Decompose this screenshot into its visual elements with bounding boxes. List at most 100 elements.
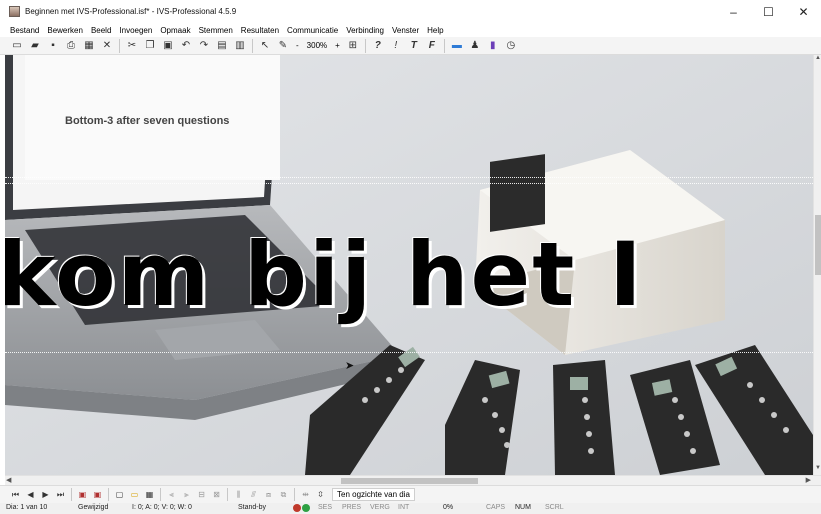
verg-indicator: VERG <box>370 504 390 511</box>
zoom-out-button[interactable]: - <box>292 41 303 50</box>
ungroup-icon[interactable]: ⧉ <box>277 488 290 501</box>
group-icon[interactable]: ⧈ <box>262 488 275 501</box>
menu-opmaak[interactable]: Opmaak <box>156 26 194 35</box>
new-file-icon[interactable]: ▭ <box>10 39 24 53</box>
last-slide-icon[interactable]: ⏭ <box>54 488 67 501</box>
pres-indicator: PRES <box>342 504 362 511</box>
navigation-toolbar: ⏮ ◀ ▶ ⏭ ▣ ▣ ▢ ▭ ▦ ⫷ ⫸ ⊟ ⊠ ⫼ ⫻ ⧈ ⧉ ⇹ ⇳ Te… <box>0 485 821 503</box>
guide-line <box>5 177 813 178</box>
participants-icon[interactable]: ♟ <box>468 39 482 53</box>
zoom-in-button[interactable]: + <box>331 41 344 50</box>
pointer-icon[interactable]: ↖ <box>258 39 272 53</box>
slide-sorter-icon[interactable]: ▣ <box>76 488 89 501</box>
vertical-scroll-thumb[interactable] <box>815 215 821 275</box>
status-red-led-icon <box>293 504 301 512</box>
next-slide-icon[interactable]: ▶ <box>39 488 52 501</box>
slide-counter: Dia: 1 van 10 <box>6 504 48 511</box>
first-slide-icon[interactable]: ⏮ <box>9 488 22 501</box>
guide-line <box>5 352 813 353</box>
undo-icon[interactable]: ↶ <box>179 39 193 53</box>
minimize-button[interactable]: – <box>716 0 751 23</box>
menu-stemmen[interactable]: Stemmen <box>195 26 237 35</box>
toolbar-separator <box>294 488 295 501</box>
redo-icon[interactable]: ↷ <box>197 39 211 53</box>
window-title: Beginnen met IVS-Professional.isf* - IVS… <box>25 7 237 16</box>
response-counts: I: 0; A: 0; V: 0; W: 0 <box>132 504 192 511</box>
menu-beeld[interactable]: Beeld <box>87 26 115 35</box>
scroll-up-icon[interactable]: ▲ <box>814 55 821 65</box>
pen-icon[interactable]: ✎ <box>276 39 290 53</box>
laptop-screen-content: Bottom-3 after seven questions <box>25 55 280 180</box>
guide-line <box>5 183 813 184</box>
align-bottom-icon[interactable]: ⊠ <box>210 488 223 501</box>
caps-lock-indicator: CAPS <box>486 504 506 511</box>
menu-bar: Bestand Bewerken Beeld Invoegen Opmaak S… <box>0 23 821 37</box>
toolbar-separator <box>160 488 161 501</box>
menu-bewerken[interactable]: Bewerken <box>43 26 87 35</box>
connection-mode: Stand-by <box>238 504 267 511</box>
cut-icon[interactable]: ✂ <box>125 39 139 53</box>
close-button[interactable]: ✕ <box>786 0 821 23</box>
align-left-icon[interactable]: ⫷ <box>165 488 178 501</box>
slide-view-icon[interactable]: ▬ <box>450 39 464 53</box>
distribute-horizontal-icon[interactable]: ⫼ <box>232 488 245 501</box>
align-top-icon[interactable]: ⊟ <box>195 488 208 501</box>
status-green-led-icon <box>302 504 310 512</box>
main-toolbar: ▭ ▰ ▪ ⎙ ▦ ✕ ✂ ❐ ▣ ↶ ↷ ▤ ▥ ↖ ✎ - 300% + ⊞… <box>0 37 821 55</box>
print-icon[interactable]: ⎙ <box>64 39 78 53</box>
delete-icon[interactable]: ✕ <box>100 39 114 53</box>
copy-format-icon[interactable]: ▤ <box>215 39 229 53</box>
previous-slide-icon[interactable]: ◀ <box>24 488 37 501</box>
window-controls: – ☐ ✕ <box>716 0 821 23</box>
menu-bestand[interactable]: Bestand <box>6 26 43 35</box>
slide-show-icon[interactable]: ▣ <box>91 488 104 501</box>
copy-icon[interactable]: ❐ <box>143 39 157 53</box>
align-center-icon[interactable]: ⫸ <box>180 488 193 501</box>
scroll-down-icon[interactable]: ▼ <box>814 465 821 475</box>
toolbar-separator <box>443 38 445 53</box>
question-button[interactable]: ? <box>371 39 385 53</box>
normal-view-icon[interactable]: ▢ <box>113 488 126 501</box>
num-lock-indicator: NUM <box>515 504 531 511</box>
spacing-horizontal-icon[interactable]: ⇹ <box>299 488 312 501</box>
int-indicator: INT <box>398 504 410 511</box>
slide-canvas[interactable]: Bottom-3 after seven questions kom bij h… <box>5 55 813 475</box>
chart-icon[interactable]: ▮ <box>486 39 500 53</box>
spacing-vertical-icon[interactable]: ⇳ <box>314 488 327 501</box>
menu-invoegen[interactable]: Invoegen <box>115 26 156 35</box>
outline-view-icon[interactable]: ▭ <box>128 488 141 501</box>
toolbar-separator <box>364 38 366 53</box>
distribute-vertical-icon[interactable]: ⫻ <box>247 488 260 501</box>
fit-to-window-icon[interactable]: ⊞ <box>346 39 360 53</box>
menu-help[interactable]: Help <box>423 26 447 35</box>
horizontal-scroll-thumb[interactable] <box>341 478 478 484</box>
menu-communicatie[interactable]: Communicatie <box>283 26 342 35</box>
exclamation-button[interactable]: ! <box>389 39 403 53</box>
scroll-left-icon[interactable]: ◀ <box>6 476 11 484</box>
toolbar-separator <box>119 38 120 53</box>
maximize-button[interactable]: ☐ <box>751 0 786 23</box>
save-icon[interactable]: ▪ <box>46 39 60 53</box>
zoom-level[interactable]: 300% <box>303 41 331 50</box>
toolbar-separator <box>108 488 109 501</box>
scroll-right-icon[interactable]: ▶ <box>806 476 811 484</box>
timer-icon[interactable]: ◷ <box>504 39 518 53</box>
notes-view-icon[interactable]: ▦ <box>143 488 156 501</box>
title-bar: Beginnen met IVS-Professional.isf* - IVS… <box>0 0 821 23</box>
properties-icon[interactable]: ▦ <box>82 39 96 53</box>
progress-percentage: 0% <box>443 504 454 511</box>
true-button[interactable]: T <box>407 39 421 53</box>
modified-indicator: Gewijzigd <box>78 504 109 511</box>
menu-venster[interactable]: Venster <box>388 26 423 35</box>
paste-icon[interactable]: ▣ <box>161 39 175 53</box>
false-button[interactable]: F <box>425 39 439 53</box>
paste-format-icon[interactable]: ▥ <box>233 39 247 53</box>
horizontal-scrollbar[interactable]: ◀ ▶ <box>5 475 821 485</box>
app-icon <box>9 6 20 17</box>
vertical-scrollbar[interactable]: ▲ ▼ <box>813 55 821 475</box>
menu-verbinding[interactable]: Verbinding <box>342 26 388 35</box>
open-folder-icon[interactable]: ▰ <box>28 39 42 53</box>
slide-title-text[interactable]: kom bij het I <box>5 231 644 319</box>
relative-to-slide-button[interactable]: Ten ogzichte van dia <box>332 488 415 501</box>
menu-resultaten[interactable]: Resultaten <box>237 26 283 35</box>
